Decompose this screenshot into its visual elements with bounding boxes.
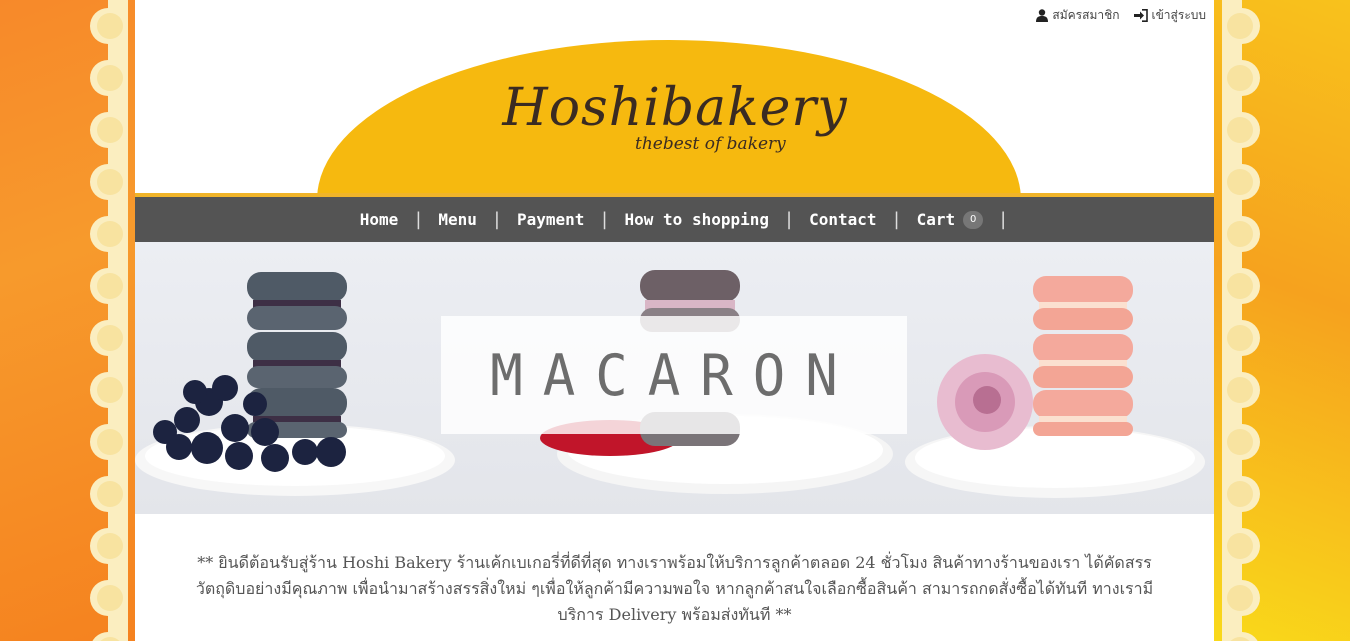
page-container: สมัครสมาชิก เข้าสู่ระบบ Hoshibakery theb…: [135, 0, 1214, 641]
nav-how-to-shopping[interactable]: How to shopping: [608, 210, 787, 229]
main-navbar: Home | Menu | Payment | How to shopping …: [135, 197, 1214, 242]
nav-cart[interactable]: Cart 0: [900, 210, 1001, 229]
slider-dot[interactable]: [628, 467, 639, 477]
welcome-message: ** ยินดีต้อนรับสู่ร้าน Hoshi Bakery ร้าน…: [195, 553, 1154, 624]
nav-separator: |: [1000, 209, 1007, 230]
hero-slider[interactable]: MACARON: [135, 242, 1214, 514]
nav-home[interactable]: Home: [343, 210, 416, 229]
scallop-border-left: [88, 0, 128, 641]
nav-contact[interactable]: Contact: [792, 210, 893, 229]
scallop-border-right: [1222, 0, 1262, 641]
logo-title: Hoshibakery: [502, 78, 848, 138]
slider-dot-active[interactable]: [668, 466, 681, 478]
site-logo[interactable]: Hoshibakery thebest of bakery: [495, 78, 855, 154]
slide-caption-box: MACARON: [441, 316, 907, 434]
nav-payment[interactable]: Payment: [500, 210, 601, 229]
cart-label: Cart: [916, 210, 956, 229]
slider-dot[interactable]: [648, 467, 659, 477]
slider-pagination: [135, 466, 1214, 478]
slide-caption-text: MACARON: [490, 341, 858, 409]
cart-count-badge: 0: [963, 210, 984, 229]
nav-menu[interactable]: Menu: [421, 210, 494, 229]
slider-dot[interactable]: [710, 467, 721, 477]
slider-dot[interactable]: [690, 467, 701, 477]
